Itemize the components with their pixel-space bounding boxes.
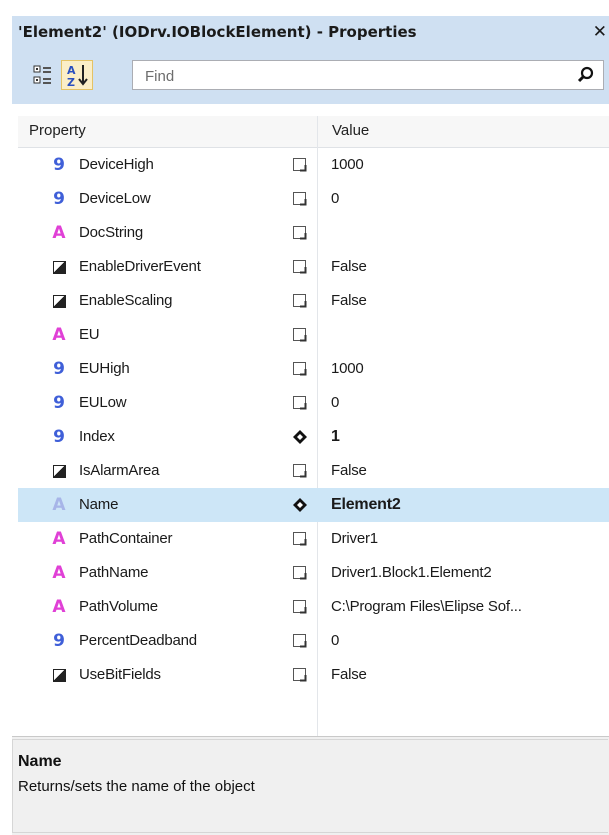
property-value[interactable]: C:\Program Files\Elipse Sof... (331, 598, 522, 615)
property-name: PathContainer (79, 530, 173, 547)
property-name: EU (79, 326, 100, 343)
grid-header: Property Value (18, 116, 609, 148)
number-type-icon: 9 (53, 427, 65, 447)
property-page-icon (293, 260, 307, 274)
property-value[interactable]: 1000 (331, 156, 364, 173)
number-type-icon: 9 (53, 359, 65, 379)
boolean-type-icon (51, 291, 67, 311)
key-property-icon (293, 430, 307, 444)
property-row[interactable]: A PathVolume C:\Program Files\Elipse Sof..… (18, 590, 609, 624)
property-name: IsAlarmArea (79, 462, 160, 479)
property-grid: Property Value 9 DeviceHigh 1000 9 DeviceLow… (18, 116, 609, 736)
property-row[interactable]: UseBitFields False (18, 658, 609, 692)
property-page-icon (293, 328, 307, 342)
property-row[interactable]: A DocString (18, 216, 609, 250)
find-box[interactable] (132, 60, 604, 90)
property-name: Index (79, 428, 115, 445)
property-name: PathName (79, 564, 149, 581)
property-page-icon (293, 158, 307, 172)
number-type-icon: 9 (53, 155, 65, 175)
property-value[interactable]: False (331, 258, 367, 275)
property-page-icon (293, 566, 307, 580)
property-name: DocString (79, 224, 144, 241)
property-page-icon (293, 396, 307, 410)
string-type-icon: A (52, 495, 66, 515)
number-type-icon: 9 (53, 393, 65, 413)
property-page-icon (293, 634, 307, 648)
property-row[interactable]: 9 EUHigh 1000 (18, 352, 609, 386)
toolbar: A Z (12, 48, 609, 104)
key-property-icon (293, 498, 307, 512)
window-title: 'Element2' (IODrv.IOBlockElement) - Prop… (18, 23, 417, 41)
property-page-icon (293, 192, 307, 206)
property-row[interactable]: A PathName Driver1.Block1.Element2 (18, 556, 609, 590)
property-page-icon (293, 362, 307, 376)
property-name: EULow (79, 394, 127, 411)
property-name: DeviceHigh (79, 156, 154, 173)
property-page-icon (293, 600, 307, 614)
property-row[interactable]: EnableDriverEvent False (18, 250, 609, 284)
property-row[interactable]: 9 Index 1 (18, 420, 609, 454)
property-row[interactable]: A Name Element2 (18, 488, 609, 522)
string-type-icon: A (52, 563, 66, 583)
property-value[interactable]: 0 (331, 190, 339, 207)
property-value[interactable]: 0 (331, 394, 339, 411)
property-value[interactable]: Driver1 (331, 530, 378, 547)
property-value[interactable]: 1000 (331, 360, 364, 377)
find-input[interactable] (143, 65, 567, 87)
header-divider[interactable] (317, 116, 318, 148)
property-row[interactable]: 9 DeviceLow 0 (18, 182, 609, 216)
property-name: PercentDeadband (79, 632, 197, 649)
property-page-icon (293, 464, 307, 478)
property-row[interactable]: A EU (18, 318, 609, 352)
property-name: EUHigh (79, 360, 130, 377)
sort-az-icon: A Z (67, 64, 88, 89)
property-page-icon (293, 668, 307, 682)
property-name: DeviceLow (79, 190, 151, 207)
close-icon[interactable]: ✕ (593, 16, 607, 48)
property-value[interactable]: Element2 (331, 496, 401, 514)
property-value[interactable]: False (331, 462, 367, 479)
property-row[interactable]: EnableScaling False (18, 284, 609, 318)
property-name: PathVolume (79, 598, 158, 615)
property-name: Name (79, 496, 119, 513)
boolean-type-icon (51, 665, 67, 685)
header-value[interactable]: Value (332, 122, 369, 139)
description-title: Name (18, 753, 62, 770)
string-type-icon: A (52, 325, 66, 345)
number-type-icon: 9 (53, 189, 65, 209)
string-type-icon: A (52, 529, 66, 549)
svg-text:Z: Z (67, 76, 75, 89)
categorized-button[interactable] (26, 60, 58, 90)
property-row[interactable]: A PathContainer Driver1 (18, 522, 609, 556)
property-row[interactable]: 9 EULow 0 (18, 386, 609, 420)
description-text: Returns/sets the name of the object (18, 778, 255, 795)
window-title-bar: 'Element2' (IODrv.IOBlockElement) - Prop… (12, 16, 609, 48)
property-value[interactable]: 1 (331, 428, 340, 446)
boolean-type-icon (51, 461, 67, 481)
string-type-icon: A (52, 597, 66, 617)
property-row[interactable]: 9 PercentDeadband 0 (18, 624, 609, 658)
property-value[interactable]: False (331, 292, 367, 309)
property-row[interactable]: 9 DeviceHigh 1000 (18, 148, 609, 182)
property-row[interactable]: IsAlarmArea False (18, 454, 609, 488)
number-type-icon: 9 (53, 631, 65, 651)
description-panel: Name Returns/sets the name of the object (12, 736, 609, 835)
property-name: UseBitFields (79, 666, 161, 683)
property-value[interactable]: 0 (331, 632, 339, 649)
property-value[interactable]: Driver1.Block1.Element2 (331, 564, 492, 581)
property-name: EnableDriverEvent (79, 258, 201, 275)
property-page-icon (293, 226, 307, 240)
magnifier-icon[interactable] (577, 66, 595, 84)
header-property[interactable]: Property (29, 122, 86, 139)
property-page-icon (293, 532, 307, 546)
string-type-icon: A (52, 223, 66, 243)
boolean-type-icon (51, 257, 67, 277)
alphabetical-button[interactable]: A Z (61, 60, 93, 90)
property-name: EnableScaling (79, 292, 173, 309)
categorized-icon (33, 65, 51, 84)
property-page-icon (293, 294, 307, 308)
property-value[interactable]: False (331, 666, 367, 683)
